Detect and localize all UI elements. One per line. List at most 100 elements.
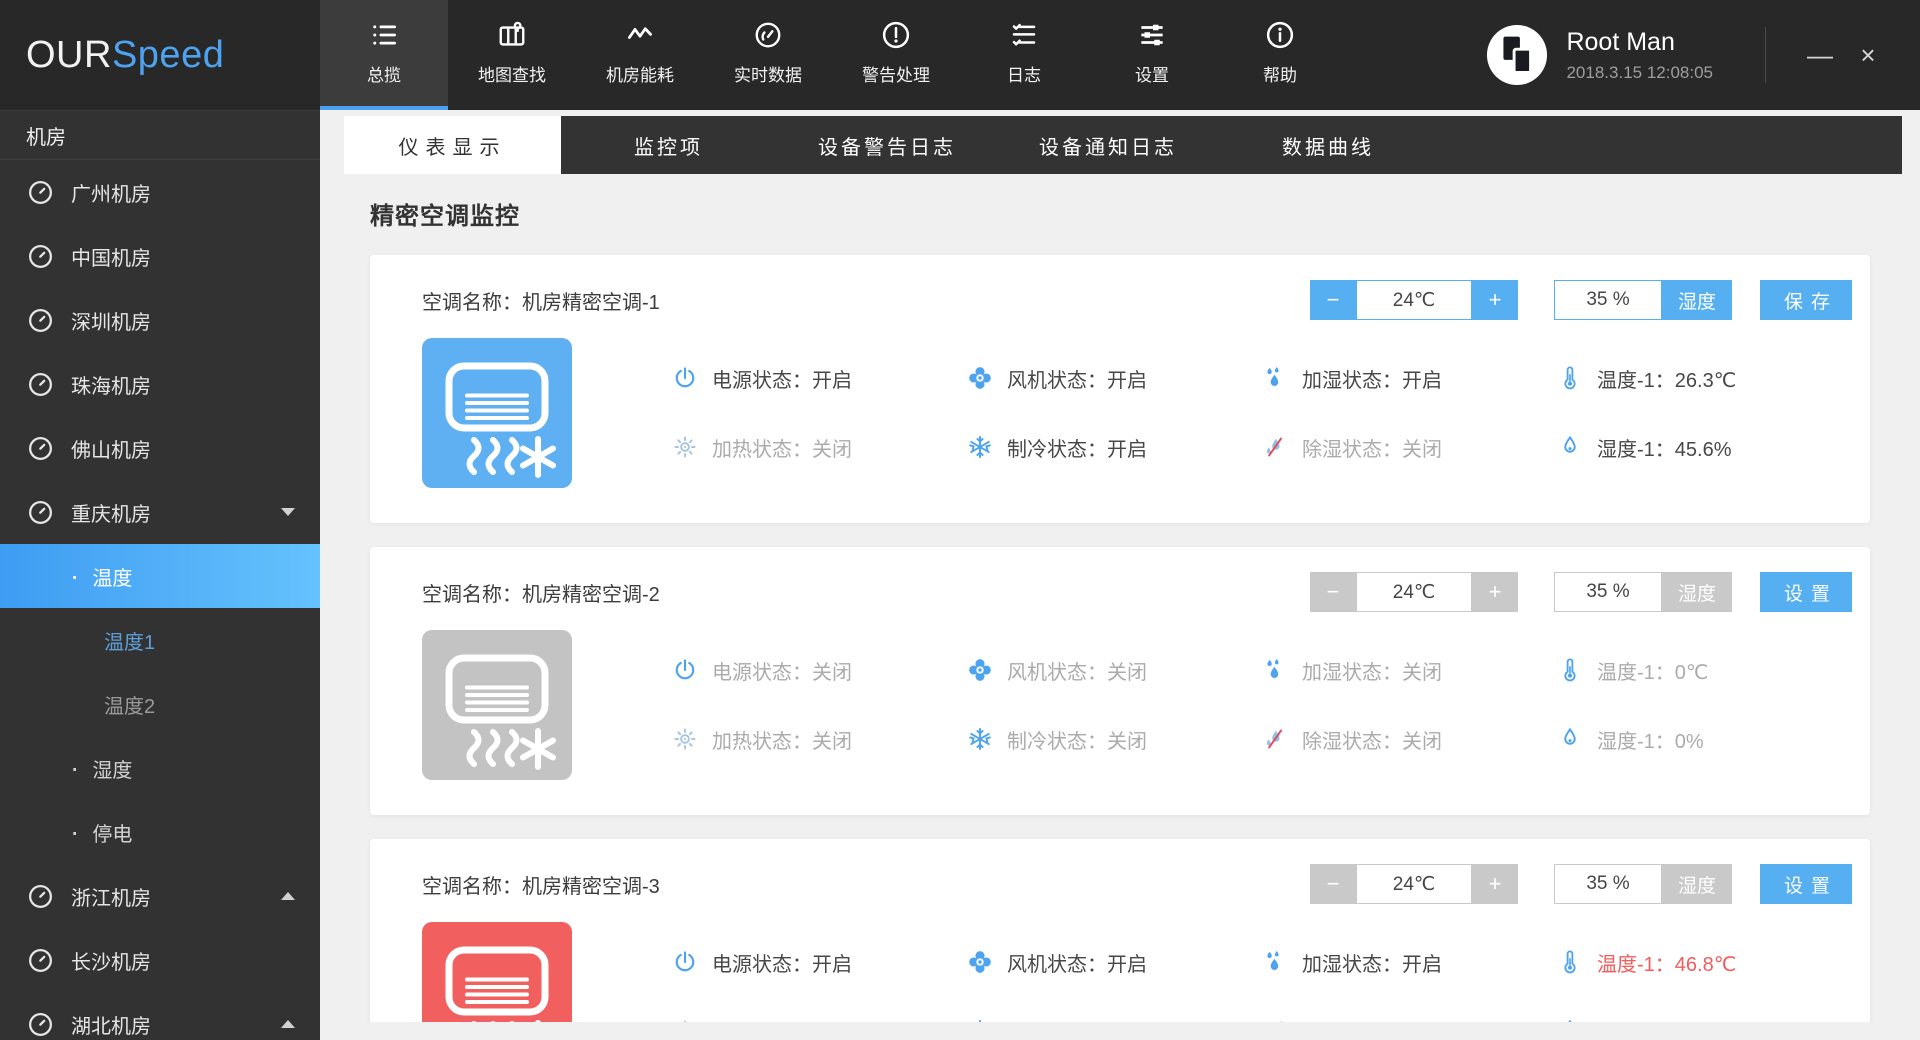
sidebar-subitem-humidity[interactable]: 湿度 bbox=[0, 736, 320, 800]
settings-sliders-icon bbox=[1137, 20, 1167, 50]
nav-item-settings[interactable]: 设置 bbox=[1088, 0, 1216, 110]
nav-item-label: 设置 bbox=[1135, 61, 1169, 86]
nav-item-log[interactable]: 日志 bbox=[960, 0, 1088, 110]
tab-device-notice-log[interactable]: 设备通知日志 bbox=[998, 116, 1218, 174]
nav-item-realtime-data[interactable]: 实时数据 bbox=[704, 0, 832, 110]
close-icon[interactable]: × bbox=[1844, 31, 1892, 79]
ac-unit-icon bbox=[422, 630, 572, 780]
temp-plus-button[interactable]: + bbox=[1472, 572, 1518, 612]
status-text: 风机状态：开启 bbox=[1007, 948, 1147, 977]
nav-item-alarm-handle[interactable]: 警告处理 bbox=[832, 0, 960, 110]
humidity-set-field[interactable]: 35 % bbox=[1554, 280, 1662, 320]
gauge-icon bbox=[27, 243, 54, 270]
tab-data-curve[interactable]: 数据曲线 bbox=[1218, 116, 1438, 174]
logo-part1: OUR bbox=[26, 34, 112, 77]
status-temp-1: 温度-1：0℃ bbox=[1557, 646, 1852, 694]
temp-set-field[interactable]: 24℃ bbox=[1356, 280, 1472, 320]
temp-plus-button[interactable]: + bbox=[1472, 864, 1518, 904]
power-icon bbox=[672, 365, 698, 391]
status-grid: 电源状态：关闭风机状态：关闭加湿状态：关闭温度-1：0℃加热状态：关闭制冷状态：… bbox=[672, 646, 1852, 780]
sidebar-item-label: 广州机房 bbox=[71, 178, 151, 207]
status-fan: 风机状态：开启 bbox=[967, 354, 1262, 402]
nav-item-label: 地图查找 bbox=[478, 61, 546, 86]
status-label: 风机状态： bbox=[1007, 954, 1107, 976]
status-label: 电源状态： bbox=[712, 662, 812, 684]
humidity-button[interactable]: 湿度 bbox=[1662, 864, 1732, 904]
status-text: 加热状态：关闭 bbox=[712, 433, 852, 462]
humidity-set-field[interactable]: 35 % bbox=[1554, 572, 1662, 612]
sidebar: 机房 广州机房中国机房深圳机房珠海机房佛山机房重庆机房温度温度1温度2湿度停电浙… bbox=[0, 110, 320, 1040]
power-icon bbox=[672, 949, 698, 975]
gauge-icon bbox=[27, 371, 54, 398]
sidebar-item-chongqing[interactable]: 重庆机房 bbox=[0, 480, 320, 544]
temp-set-field[interactable]: 24℃ bbox=[1356, 572, 1472, 612]
tab-device-alarm-log[interactable]: 设备警告日志 bbox=[776, 116, 998, 174]
sidebar-leafitem-temperature1[interactable]: 温度1 bbox=[0, 608, 320, 672]
status-cool: 制冷状态：开启 bbox=[967, 1007, 1262, 1022]
status-text: 制冷状态：关闭 bbox=[1007, 725, 1147, 754]
sidebar-item-guangzhou[interactable]: 广州机房 bbox=[0, 160, 320, 224]
dehumidify-icon bbox=[1262, 1018, 1288, 1022]
tab-dashboard[interactable]: 仪表显示 bbox=[344, 116, 561, 174]
ac-name-label: 空调名称：机房精密空调-3 bbox=[422, 870, 660, 899]
sidebar-item-foshan[interactable]: 佛山机房 bbox=[0, 416, 320, 480]
status-dehumidify: 除湿状态：关闭 bbox=[1262, 423, 1557, 471]
chevron-up-icon bbox=[281, 892, 295, 900]
humidity-button[interactable]: 湿度 bbox=[1662, 572, 1732, 612]
gauge-icon bbox=[27, 435, 54, 462]
heat-icon bbox=[672, 726, 698, 752]
sidebar-item-zhejiang[interactable]: 浙江机房 bbox=[0, 864, 320, 928]
humidity-set-field[interactable]: 35 % bbox=[1554, 864, 1662, 904]
humidity-button[interactable]: 湿度 bbox=[1662, 280, 1732, 320]
cool-icon bbox=[967, 726, 993, 752]
ac-card-2: 空调名称：机房精密空调-2−24℃+35 %湿度设置电源状态：关闭风机状态：关闭… bbox=[370, 547, 1870, 815]
status-humidity-1: 湿度-1：48.1% bbox=[1557, 1007, 1852, 1022]
settings-button[interactable]: 设置 bbox=[1760, 864, 1852, 904]
sidebar-item-changsha[interactable]: 长沙机房 bbox=[0, 928, 320, 992]
sidebar-item-shenzhen[interactable]: 深圳机房 bbox=[0, 288, 320, 352]
sidebar-subitem-power-cut[interactable]: 停电 bbox=[0, 800, 320, 864]
user-info: Root Man 2018.3.15 12:08:05 bbox=[1566, 28, 1713, 83]
sidebar-item-china[interactable]: 中国机房 bbox=[0, 224, 320, 288]
fan-icon bbox=[967, 365, 993, 391]
nav-item-label: 日志 bbox=[1007, 61, 1041, 86]
nav-item-room-energy[interactable]: 机房能耗 bbox=[576, 0, 704, 110]
status-text: 电源状态：开启 bbox=[712, 364, 852, 393]
sidebar-item-zhuhai[interactable]: 珠海机房 bbox=[0, 352, 320, 416]
temp-minus-button[interactable]: − bbox=[1310, 864, 1356, 904]
nav-item-overview[interactable]: 总揽 bbox=[320, 0, 448, 110]
status-heat: 加热状态：关闭 bbox=[672, 423, 967, 471]
nav-item-help[interactable]: 帮助 bbox=[1216, 0, 1344, 110]
sidebar-subitem-label: 停电 bbox=[92, 818, 132, 847]
save-button[interactable]: 保存 bbox=[1760, 280, 1852, 320]
minimize-icon[interactable]: — bbox=[1796, 31, 1844, 79]
nav-item-label: 警告处理 bbox=[862, 61, 930, 86]
status-text: 温度-1：46.8℃ bbox=[1597, 948, 1736, 977]
logo-part2: Speed bbox=[112, 34, 224, 77]
temp-plus-button[interactable]: + bbox=[1472, 280, 1518, 320]
user-avatar[interactable] bbox=[1486, 24, 1548, 86]
sidebar-menu: 广州机房中国机房深圳机房珠海机房佛山机房重庆机房温度温度1温度2湿度停电浙江机房… bbox=[0, 160, 320, 1040]
temp-minus-button[interactable]: − bbox=[1310, 280, 1356, 320]
status-cool: 制冷状态：开启 bbox=[967, 423, 1262, 471]
dehumidify-icon bbox=[1262, 726, 1288, 752]
sidebar-item-label: 中国机房 bbox=[71, 242, 151, 271]
sidebar-item-hubei[interactable]: 湖北机房 bbox=[0, 992, 320, 1040]
status-text: 电源状态：关闭 bbox=[712, 656, 852, 685]
map-search-icon bbox=[497, 20, 527, 50]
status-text: 温度-1：0℃ bbox=[1597, 656, 1708, 685]
temperature-stepper: −24℃+ bbox=[1310, 572, 1518, 612]
main-content: 仪表显示监控项设备警告日志设备通知日志数据曲线 精密空调监控 空调名称：机房精密… bbox=[320, 110, 1920, 1040]
tab-monitor-items[interactable]: 监控项 bbox=[561, 116, 776, 174]
status-value: 关闭 bbox=[1402, 731, 1442, 753]
temp-minus-button[interactable]: − bbox=[1310, 572, 1356, 612]
status-humidity-1: 湿度-1：45.6% bbox=[1557, 423, 1852, 471]
status-dehumidify: 除湿状态：关闭 bbox=[1262, 1007, 1557, 1022]
sidebar-leafitem-temperature2[interactable]: 温度2 bbox=[0, 672, 320, 736]
temp-set-field[interactable]: 24℃ bbox=[1356, 864, 1472, 904]
humidity-setter: 35 %湿度 bbox=[1554, 864, 1732, 904]
nav-item-map-search[interactable]: 地图查找 bbox=[448, 0, 576, 110]
sidebar-subitem-temperature[interactable]: 温度 bbox=[0, 544, 320, 608]
ac-controls: −24℃+35 %湿度保存 bbox=[1310, 280, 1852, 320]
settings-button[interactable]: 设置 bbox=[1760, 572, 1852, 612]
